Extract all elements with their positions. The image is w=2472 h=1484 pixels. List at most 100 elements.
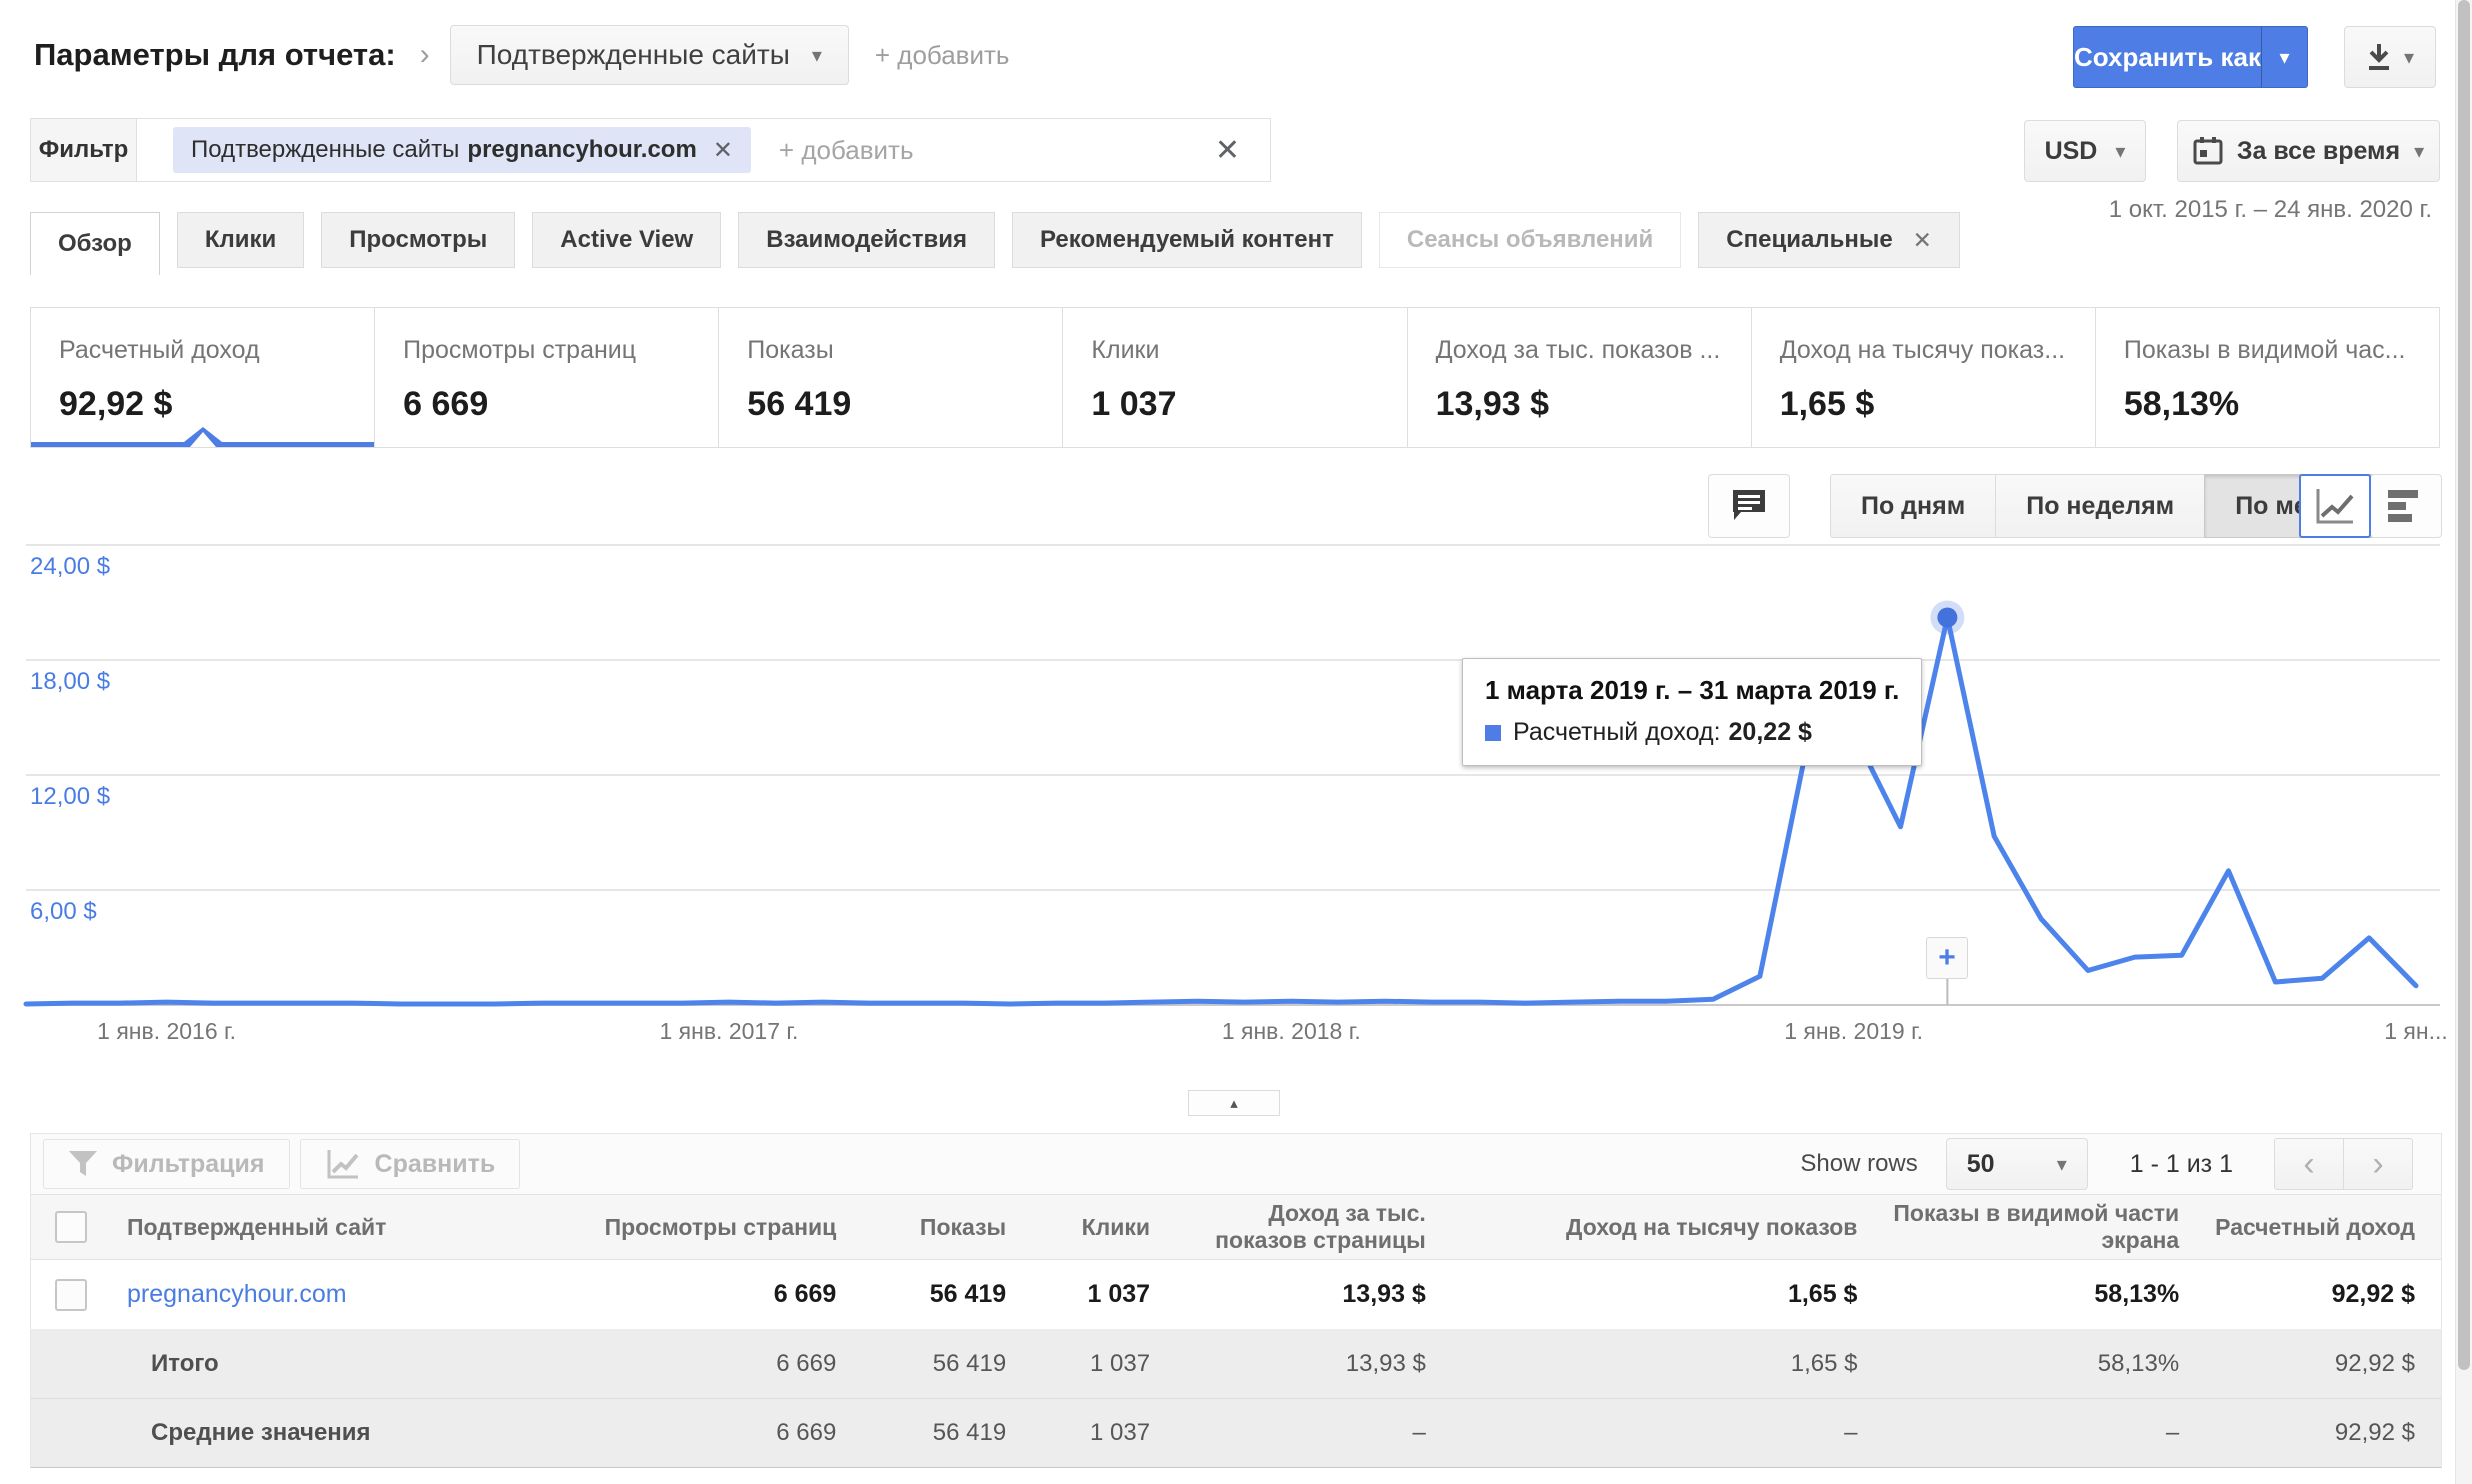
funnel-icon: [69, 1151, 97, 1176]
metric-card-impressions[interactable]: Показы 56 419: [719, 308, 1064, 447]
y-axis-label: 12,00 $: [30, 783, 111, 810]
tab-custom[interactable]: Специальные ✕: [1698, 212, 1960, 268]
tab-active-view[interactable]: Active View: [532, 212, 722, 268]
x-axis-label: 1 янв. 2018 г.: [1221, 1018, 1361, 1044]
tooltip-series-line: Расчетный доход: 20,22 $: [1485, 718, 1899, 747]
filter-input[interactable]: Подтвержденные сайты pregnancyhour.com ✕…: [136, 118, 1271, 182]
cell: 13,93 $: [1345, 1349, 1426, 1377]
filter-chip-close-icon[interactable]: ✕: [713, 136, 733, 165]
save-as-menu-button[interactable]: ▾: [2261, 26, 2308, 88]
cell: 1 037: [1090, 1349, 1151, 1377]
data-point-dot: [1937, 607, 1958, 628]
tab-views[interactable]: Просмотры: [321, 212, 516, 268]
chevron-down-icon: ▾: [2414, 140, 2425, 163]
cell: 6 669: [776, 1349, 837, 1377]
add-report-parameter-button[interactable]: + добавить: [875, 40, 1010, 71]
active-card-notch: [189, 432, 216, 447]
show-rows-label: Show rows: [1800, 1150, 1918, 1177]
cell: 92,92 $: [2334, 1349, 2415, 1377]
cell-total-label: Итого: [151, 1349, 219, 1377]
metric-cards: Расчетный доход 92,92 $ Просмотры страни…: [30, 307, 2440, 448]
pagination-range: 1 - 1 из 1: [2129, 1149, 2233, 1178]
y-axis-label: 6,00 $: [30, 898, 97, 925]
granularity-by-week-button[interactable]: По неделям: [1995, 474, 2206, 538]
filter-clear-icon[interactable]: ✕: [1215, 133, 1240, 168]
table-toolbar: Фильтрация Сравнить Show rows 50 ▾ 1 - 1…: [31, 1134, 2441, 1194]
filter-label: Фильтр: [30, 118, 137, 182]
calendar-icon: [2193, 137, 2223, 165]
chevron-down-icon: ▾: [811, 44, 822, 67]
chevron-down-icon: ▾: [2115, 140, 2126, 163]
cell: 1,65 $: [1787, 1280, 1858, 1308]
cell: 1,65 $: [1790, 1349, 1858, 1377]
breadcrumb-chevron-icon: ›: [419, 38, 430, 71]
line-chart-button[interactable]: [2299, 474, 2371, 538]
cell: 56 419: [932, 1349, 1007, 1377]
cell: 92,92 $: [2334, 1419, 2415, 1446]
comment-icon: [1733, 490, 1765, 520]
scrollbar-thumb[interactable]: [2458, 0, 2470, 1370]
select-all-checkbox[interactable]: [55, 1211, 87, 1243]
chart-type-toggle: [2299, 474, 2442, 538]
adsense-report-screen: Параметры для отчета: › Подтвержденные с…: [0, 0, 2472, 1484]
header-cell-site: Подтвержденный сайт: [31, 1211, 501, 1243]
site-link[interactable]: pregnancyhour.com: [127, 1280, 347, 1309]
bar-chart-icon: [2388, 490, 2418, 522]
date-range-label: За все время: [2236, 136, 2401, 165]
y-axis-label: 24,00 $: [30, 553, 111, 580]
y-axis-label: 18,00 $: [30, 668, 111, 695]
cell: 13,93 $: [1342, 1280, 1426, 1308]
currency-dropdown[interactable]: USD ▾: [2024, 120, 2146, 182]
metric-card-clicks[interactable]: Клики 1 037: [1063, 308, 1408, 447]
tab-clicks[interactable]: Клики: [176, 212, 305, 268]
metric-card-page-rpm[interactable]: Доход за тыс. показов ... 13,93 $: [1408, 308, 1752, 447]
cell: 92,92 $: [2331, 1280, 2415, 1308]
currency-label: USD: [2044, 136, 2098, 165]
download-button[interactable]: ▾: [2344, 26, 2436, 88]
bar-chart-button[interactable]: [2370, 474, 2442, 538]
date-range-dropdown[interactable]: За все время ▾: [2177, 120, 2440, 182]
filter-chip-prefix: Подтвержденные сайты: [191, 136, 460, 163]
chart-tooltip: 1 марта 2019 г. – 31 марта 2019 г. Расче…: [1462, 658, 1923, 766]
cell: 1 037: [1087, 1280, 1151, 1308]
metric-card-impression-rpm[interactable]: Доход на тысячу показ... 1,65 $: [1752, 308, 2096, 447]
header-cell: Расчетный доход: [2215, 1213, 2415, 1240]
cell: 56 419: [932, 1419, 1007, 1446]
metric-card-estimated-revenue[interactable]: Расчетный доход 92,92 $: [31, 308, 376, 447]
line-chart-icon: [2316, 489, 2354, 524]
tab-interactions[interactable]: Взаимодействия: [738, 212, 996, 268]
rows-per-page-dropdown[interactable]: 50 ▾: [1945, 1138, 2088, 1190]
table-compare-button: Сравнить: [299, 1139, 521, 1189]
zoom-marker-button[interactable]: +: [1926, 937, 1968, 979]
filter-chip[interactable]: Подтвержденные сайты pregnancyhour.com ✕: [173, 127, 751, 173]
x-axis-label: 1 янв. 2016 г.: [97, 1018, 237, 1044]
collapse-chart-button[interactable]: ▴: [1188, 1090, 1280, 1116]
scope-selector-dropdown[interactable]: Подтвержденные сайты ▾: [449, 25, 849, 85]
annotations-button[interactable]: [1708, 474, 1790, 538]
x-axis-label: 1 янв. 2019 г.: [1784, 1018, 1924, 1044]
table-filter-button: Фильтрация: [43, 1139, 290, 1189]
table-header-row: Подтвержденный сайт Просмотры страниц По…: [31, 1194, 2441, 1260]
table-row-average: Средние значения 6 669 56 419 1 037 – – …: [31, 1398, 2441, 1467]
tab-overview[interactable]: Обзор: [30, 212, 160, 275]
report-header: Параметры для отчета: › Подтвержденные с…: [34, 24, 1009, 86]
row-checkbox[interactable]: [55, 1278, 87, 1311]
filter-add-button[interactable]: + добавить: [779, 135, 914, 166]
series-swatch-icon: [1485, 724, 1501, 741]
metric-card-viewability[interactable]: Показы в видимой час... 58,13%: [2096, 308, 2439, 447]
sites-table: Фильтрация Сравнить Show rows 50 ▾ 1 - 1…: [30, 1133, 2442, 1468]
save-as-button[interactable]: Сохранить как: [2073, 26, 2261, 88]
header-cell: Показы в видимой части экрана: [1893, 1200, 2180, 1253]
metric-card-page-views[interactable]: Просмотры страниц 6 669: [375, 308, 720, 447]
header-cell: Просмотры страниц: [604, 1213, 837, 1240]
header-cell: Доход за тыс. показов страницы: [1215, 1200, 1426, 1253]
tooltip-series-name: Расчетный доход:: [1513, 718, 1721, 746]
granularity-by-day-button[interactable]: По дням: [1830, 474, 1997, 538]
tab-close-icon[interactable]: ✕: [1913, 227, 1932, 254]
tab-recommended-content[interactable]: Рекомендуемый контент: [1012, 212, 1362, 268]
cell: –: [2165, 1419, 2180, 1446]
next-page-button: ›: [2343, 1138, 2413, 1190]
tab-ad-sessions: Сеансы объявлений: [1378, 212, 1682, 268]
collapse-arrow-icon: ▴: [1230, 1095, 1238, 1112]
vertical-scrollbar[interactable]: [2455, 0, 2472, 1484]
